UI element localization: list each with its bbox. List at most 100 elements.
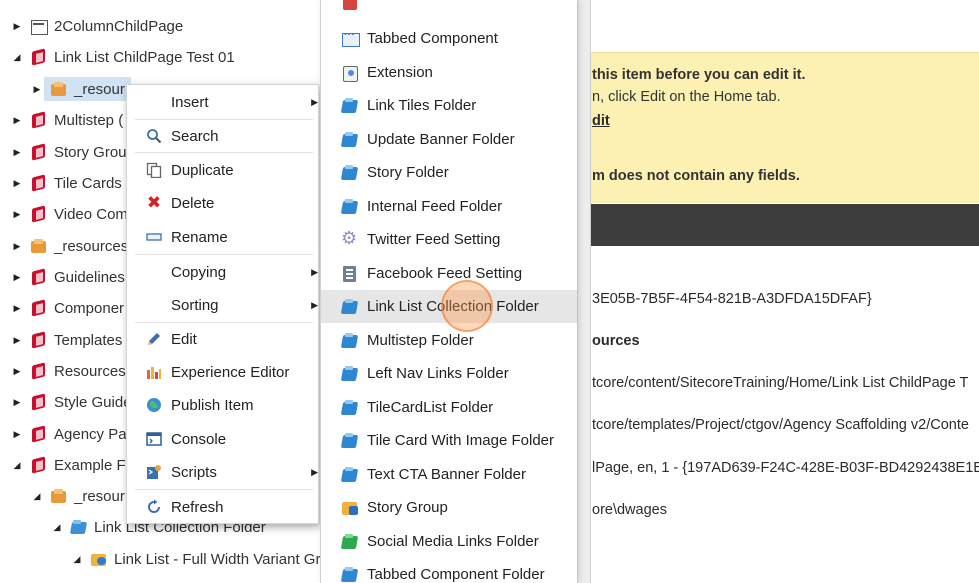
collapse-arrow-icon[interactable]: ◢ bbox=[30, 491, 44, 502]
scripts-icon bbox=[145, 463, 163, 481]
collapse-arrow-icon[interactable]: ◢ bbox=[50, 522, 64, 533]
submenu-item-tabbed-component[interactable]: Tabbed Component bbox=[321, 22, 577, 55]
menu-item-experience-editor[interactable]: Experience Editor bbox=[127, 356, 320, 388]
expand-arrow-icon[interactable]: ▶ bbox=[10, 115, 24, 126]
tree-item[interactable]: ▶ Story Grou bbox=[10, 138, 127, 166]
submenu-item-text-cta-banner-folder[interactable]: Text CTA Banner Folder bbox=[321, 458, 577, 491]
expand-arrow-icon[interactable]: ▶ bbox=[10, 209, 24, 220]
expand-arrow-icon[interactable]: ▶ bbox=[10, 366, 24, 377]
expand-arrow-icon[interactable]: ▶ bbox=[10, 303, 24, 314]
expand-arrow-icon[interactable]: ▶ bbox=[10, 241, 24, 252]
red-book-icon bbox=[30, 332, 48, 348]
menu-item-duplicate[interactable]: Duplicate bbox=[127, 154, 320, 186]
submenu-item-tile-card-image-folder[interactable]: Tile Card With Image Folder bbox=[321, 424, 577, 457]
submenu-item-label: Text CTA Banner Folder bbox=[367, 466, 526, 483]
menu-item-insert[interactable]: Insert ▶ bbox=[127, 86, 320, 118]
menu-item-refresh[interactable]: Refresh bbox=[127, 491, 320, 523]
expand-arrow-icon[interactable]: ▶ bbox=[10, 272, 24, 283]
submenu-item-multistep-folder[interactable]: Multistep Folder bbox=[321, 324, 577, 357]
pencil-icon bbox=[145, 330, 163, 348]
tree-item-label: Componer bbox=[54, 299, 125, 317]
menu-item-publish[interactable]: Publish Item bbox=[127, 389, 320, 421]
resources-box-icon bbox=[50, 488, 68, 504]
menu-item-scripts[interactable]: Scripts ▶ bbox=[127, 456, 320, 488]
submenu-item-facebook-feed-setting[interactable]: Facebook Feed Setting bbox=[321, 257, 577, 290]
menu-item-label: Experience Editor bbox=[171, 363, 290, 381]
tree-item-label: Example F bbox=[54, 456, 126, 474]
menu-item-console[interactable]: Console bbox=[127, 423, 320, 455]
quick-info-header[interactable] bbox=[575, 204, 979, 246]
menu-divider bbox=[135, 489, 313, 490]
submenu-item-label: Twitter Feed Setting bbox=[367, 231, 501, 248]
menu-item-delete[interactable]: ✖ Delete bbox=[127, 187, 320, 219]
tree-item[interactable]: ▶ Guidelines bbox=[10, 263, 125, 291]
menu-item-copying[interactable]: Copying ▶ bbox=[127, 256, 320, 288]
tree-item-selected[interactable]: ▶ _resour bbox=[30, 75, 131, 103]
menu-item-search[interactable]: Search bbox=[127, 120, 320, 152]
tree-item[interactable]: ◢ Link List ChildPage Test 01 bbox=[10, 43, 235, 71]
submenu-item-tabbed-component-folder[interactable]: Tabbed Component Folder bbox=[321, 558, 577, 583]
submenu-item-social-media-links-folder[interactable]: Social Media Links Folder bbox=[321, 525, 577, 558]
expand-arrow-icon[interactable]: ▶ bbox=[10, 397, 24, 408]
expand-arrow-icon[interactable]: ▶ bbox=[10, 429, 24, 440]
tree-item[interactable]: ▶ Style Guide bbox=[10, 388, 132, 416]
tree-item[interactable]: ▶ Tile Cards bbox=[10, 169, 122, 197]
submenu-item-partial[interactable] bbox=[321, 0, 577, 21]
submenu-item-left-nav-links-folder[interactable]: Left Nav Links Folder bbox=[321, 357, 577, 390]
expand-arrow-icon[interactable]: ▶ bbox=[10, 147, 24, 158]
tree-item[interactable]: ▶ Resources bbox=[10, 357, 126, 385]
folder-icon bbox=[341, 365, 359, 383]
tree-item[interactable]: ◢ Link List - Full Width Variant Gr bbox=[70, 545, 321, 573]
tree-item[interactable]: ◢ Example F bbox=[10, 451, 126, 479]
menu-item-label: Publish Item bbox=[171, 396, 254, 414]
collapse-arrow-icon[interactable]: ◢ bbox=[70, 554, 84, 565]
edit-link[interactable]: dit bbox=[592, 113, 610, 129]
collapse-arrow-icon[interactable]: ◢ bbox=[10, 52, 24, 63]
tree-item-label: Style Guide bbox=[54, 393, 132, 411]
submenu-item-internal-feed-folder[interactable]: Internal Feed Folder bbox=[321, 190, 577, 223]
owner-value: ore\dwages bbox=[592, 502, 667, 518]
collapse-arrow-icon[interactable]: ◢ bbox=[10, 460, 24, 471]
submenu-item-extension[interactable]: Extension bbox=[321, 56, 577, 89]
menu-item-label: Duplicate bbox=[171, 161, 234, 179]
item-path-value: tcore/content/SitecoreTraining/Home/Link… bbox=[592, 375, 969, 391]
red-book-icon bbox=[30, 363, 48, 379]
menu-item-label: Copying bbox=[171, 263, 227, 281]
submenu-item-update-banner-folder[interactable]: Update Banner Folder bbox=[321, 123, 577, 156]
submenu-item-story-group[interactable]: Story Group bbox=[321, 491, 577, 524]
tree-item-label: Resources bbox=[54, 362, 126, 380]
submenu-item-story-folder[interactable]: Story Folder bbox=[321, 156, 577, 189]
tree-item-label: Templates bbox=[54, 331, 123, 349]
submenu-item-link-list-collection-folder[interactable]: Link List Collection Folder bbox=[321, 290, 577, 323]
submenu-item-twitter-feed-setting[interactable]: Twitter Feed Setting bbox=[321, 223, 577, 256]
menu-item-edit[interactable]: Edit bbox=[127, 323, 320, 355]
experience-editor-icon bbox=[145, 363, 163, 381]
tree-item[interactable]: ▶ Video Com bbox=[10, 200, 128, 228]
tree-item[interactable]: ◢ _resour bbox=[30, 482, 125, 510]
tree-item[interactable]: ▶ Multistep ( bbox=[10, 106, 124, 134]
expand-arrow-icon[interactable]: ▶ bbox=[30, 84, 44, 95]
tree-item[interactable]: ▶ Templates bbox=[10, 326, 123, 354]
submenu-item-label: Tabbed Component Folder bbox=[367, 566, 545, 583]
red-book-icon bbox=[30, 269, 48, 285]
red-book-icon bbox=[30, 457, 48, 473]
pane-splitter[interactable] bbox=[577, 0, 591, 583]
tree-item[interactable]: ▶ Agency Pa bbox=[10, 420, 127, 448]
tree-item-label: _resources bbox=[54, 237, 129, 255]
search-icon bbox=[145, 127, 163, 145]
tree-item[interactable]: ▶ _resources bbox=[10, 232, 129, 260]
menu-item-sorting[interactable]: Sorting ▶ bbox=[127, 289, 320, 321]
tree-item[interactable]: ▶ 2ColumnChildPage bbox=[10, 12, 183, 40]
folder-icon bbox=[341, 298, 359, 316]
folder-icon bbox=[341, 432, 359, 450]
submenu-item-tilecardlist-folder[interactable]: TileCardList Folder bbox=[321, 391, 577, 424]
tree-item[interactable]: ▶ Componer bbox=[10, 294, 125, 322]
globe-icon bbox=[145, 396, 163, 414]
expand-arrow-icon[interactable]: ▶ bbox=[10, 178, 24, 189]
expand-arrow-icon[interactable]: ▶ bbox=[10, 21, 24, 32]
expand-arrow-icon[interactable]: ▶ bbox=[10, 335, 24, 346]
duplicate-icon bbox=[145, 161, 163, 179]
menu-item-rename[interactable]: Rename bbox=[127, 221, 320, 253]
submenu-item-label: Link List Collection Folder bbox=[367, 298, 539, 315]
submenu-item-link-tiles-folder[interactable]: Link Tiles Folder bbox=[321, 89, 577, 122]
